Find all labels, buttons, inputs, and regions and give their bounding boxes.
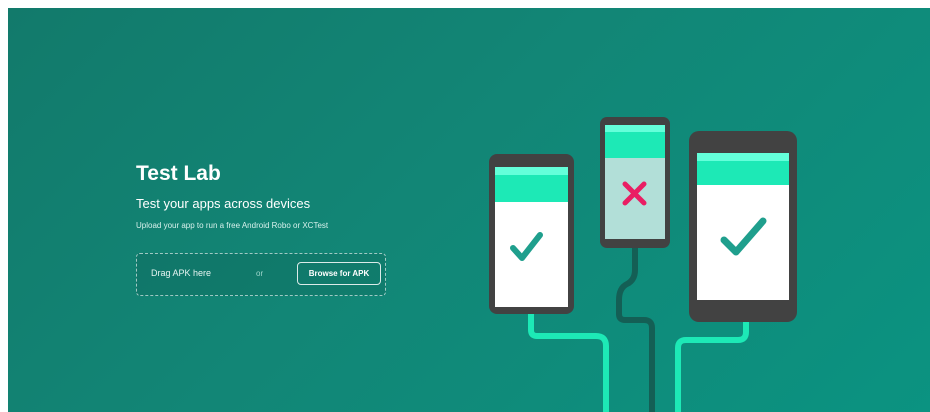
left-phone-cable [528,311,609,412]
right-tablet [689,131,797,322]
right-tablet-cable [675,320,749,412]
devices-illustration [489,117,797,412]
center-phone [600,117,670,248]
hero-banner: Test Lab Test your apps across devices U… [8,8,930,412]
left-phone [489,154,574,314]
center-phone-cable [616,246,655,412]
